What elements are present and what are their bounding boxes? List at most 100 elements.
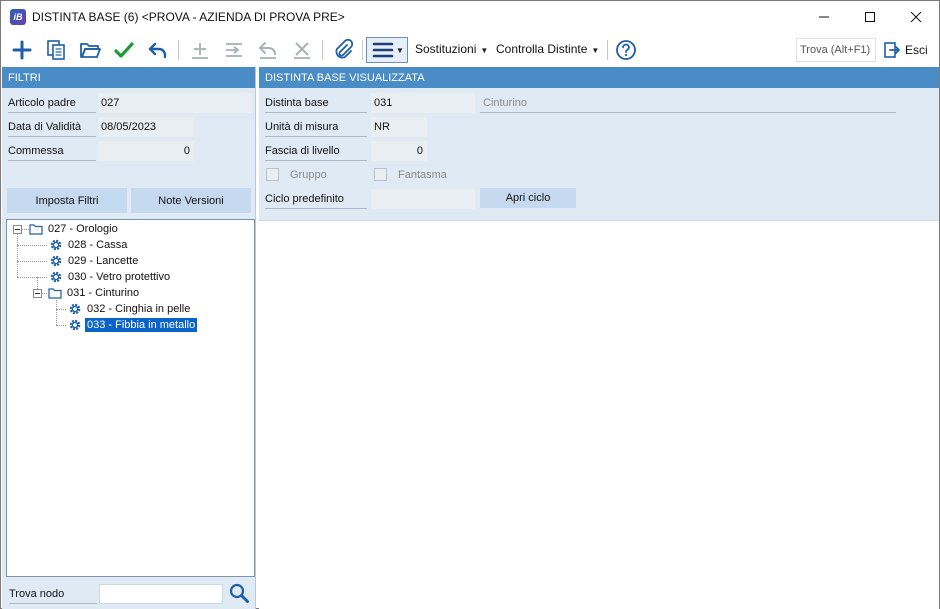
paperclip-icon bbox=[335, 39, 354, 59]
gear-icon bbox=[50, 271, 62, 283]
details-content-area bbox=[259, 220, 939, 609]
tree-node-029[interactable]: 029 - Lancette bbox=[49, 253, 140, 269]
add-line-icon bbox=[192, 43, 208, 59]
new-button[interactable] bbox=[9, 37, 35, 63]
tree-connector bbox=[22, 229, 29, 230]
distinta-base-label: Distinta base bbox=[265, 97, 367, 113]
close-icon bbox=[910, 11, 922, 22]
unita-misura-label: Unità di misura bbox=[265, 121, 367, 137]
exit-button[interactable]: Esci bbox=[883, 38, 928, 62]
add-component-button[interactable] bbox=[187, 37, 213, 63]
tree-node-label: 030 - Vetro protettivo bbox=[68, 271, 171, 283]
folder-icon bbox=[48, 288, 62, 299]
chevron-down-icon: ▼ bbox=[591, 46, 600, 55]
tree-node-label: 029 - Lancette bbox=[68, 255, 139, 267]
articolo-padre-label: Articolo padre bbox=[8, 97, 96, 113]
close-button[interactable] bbox=[893, 1, 939, 32]
commessa-field[interactable]: 0 bbox=[98, 141, 194, 161]
fantasma-label: Fantasma bbox=[398, 169, 447, 181]
tree-connector bbox=[56, 300, 57, 325]
controlla-distinte-label: Controlla Distinte bbox=[496, 42, 588, 56]
gear-icon bbox=[50, 239, 62, 251]
chevron-down-icon: ▼ bbox=[480, 46, 489, 55]
unita-misura-field[interactable]: NR bbox=[371, 117, 427, 137]
sostituzioni-menu[interactable]: Sostituzioni ▼ bbox=[415, 42, 488, 56]
tree-node-label: 027 - Orologio bbox=[48, 223, 118, 235]
tree-node-label: 028 - Cassa bbox=[68, 239, 128, 251]
open-button[interactable] bbox=[77, 37, 103, 63]
distinta-base-code[interactable]: 031 bbox=[371, 93, 475, 113]
maximize-icon bbox=[865, 11, 875, 22]
fantasma-checkbox[interactable] bbox=[374, 168, 387, 181]
data-validita-field[interactable]: 08/05/2023 bbox=[98, 117, 194, 137]
search-icon[interactable] bbox=[228, 582, 250, 604]
fascia-livello-field[interactable]: 0 bbox=[371, 141, 427, 161]
folder-open-icon bbox=[80, 43, 101, 58]
note-versioni-button[interactable]: Note Versioni bbox=[131, 188, 251, 213]
tree-node-031[interactable]: 031 - Cinturino bbox=[48, 285, 141, 301]
copy-button[interactable] bbox=[43, 37, 69, 63]
ciclo-predefinito-label: Ciclo predefinito bbox=[265, 193, 367, 209]
tree-node-label: 031 - Cinturino bbox=[67, 287, 140, 299]
sostituzioni-label: Sostituzioni bbox=[415, 42, 477, 56]
tree-node-033[interactable]: 033 - Fibbia in metallo bbox=[68, 317, 199, 333]
gruppo-checkbox[interactable] bbox=[266, 168, 279, 181]
delete-line-button[interactable] bbox=[289, 37, 315, 63]
tree-node-032[interactable]: 032 - Cinghia in pelle bbox=[68, 301, 192, 317]
filters-header: FILTRI bbox=[2, 67, 255, 88]
tree-connector bbox=[17, 233, 18, 277]
hamburger-icon bbox=[372, 42, 394, 58]
fascia-livello-label: Fascia di livello bbox=[265, 145, 367, 161]
toolbar-separator bbox=[178, 40, 179, 60]
tree-node-027[interactable]: 027 - Orologio bbox=[29, 221, 120, 237]
minimize-button[interactable] bbox=[801, 1, 847, 32]
minimize-icon bbox=[819, 16, 829, 17]
details-panel: DISTINTA BASE VISUALIZZATA Distinta base… bbox=[259, 67, 939, 220]
controlla-distinte-menu[interactable]: Controlla Distinte ▼ bbox=[496, 42, 599, 56]
revert-line-button[interactable] bbox=[255, 37, 281, 63]
maximize-button[interactable] bbox=[847, 1, 893, 32]
window-title: DISTINTA BASE (6) <PROVA - AZIENDA DI PR… bbox=[32, 10, 345, 24]
chevron-down-icon: ▼ bbox=[396, 45, 404, 55]
help-button[interactable] bbox=[613, 37, 639, 63]
title-bar: iB DISTINTA BASE (6) <PROVA - AZIENDA DI… bbox=[1, 1, 939, 32]
apri-ciclo-button[interactable]: Apri ciclo bbox=[480, 188, 576, 208]
check-icon bbox=[114, 42, 134, 58]
tree-node-030[interactable]: 030 - Vetro protettivo bbox=[49, 269, 172, 285]
exit-label: Esci bbox=[905, 43, 928, 57]
collapse-toggle[interactable] bbox=[13, 225, 22, 234]
find-node-input[interactable] bbox=[99, 584, 223, 604]
commessa-label: Commessa bbox=[8, 145, 96, 161]
confirm-button[interactable] bbox=[111, 37, 137, 63]
exit-icon bbox=[884, 42, 900, 58]
imposta-filtri-button[interactable]: Imposta Filtri bbox=[7, 188, 127, 213]
find-node-label: Trova nodo bbox=[9, 588, 97, 604]
menu-button[interactable]: ▼ bbox=[366, 37, 408, 63]
copy-icon bbox=[47, 40, 65, 60]
articolo-padre-field[interactable]: 027 bbox=[98, 93, 252, 113]
gear-icon bbox=[50, 255, 62, 267]
indent-button[interactable] bbox=[221, 37, 247, 63]
toolbar: ▼ Sostituzioni ▼ Controlla Distinte ▼ Trov… bbox=[1, 32, 939, 67]
gruppo-label: Gruppo bbox=[290, 169, 327, 181]
bom-tree[interactable]: 027 - Orologio 028 - Cassa 029 - Lancett… bbox=[6, 219, 255, 577]
undo-icon bbox=[148, 42, 167, 59]
tree-connector bbox=[56, 309, 66, 310]
tree-connector bbox=[56, 325, 66, 326]
filters-panel: FILTRI Articolo padre 027 Data di Validi… bbox=[2, 67, 256, 609]
global-search-input[interactable]: Trova (Alt+F1) bbox=[796, 38, 876, 62]
tree-node-label: 032 - Cinghia in pelle bbox=[87, 303, 191, 315]
tree-connector bbox=[17, 277, 47, 278]
revert-icon bbox=[258, 42, 276, 59]
toolbar-separator bbox=[607, 40, 608, 60]
attach-button[interactable] bbox=[330, 37, 356, 63]
gear-icon bbox=[69, 319, 81, 331]
toolbar-separator bbox=[362, 40, 363, 60]
gear-icon bbox=[69, 303, 81, 315]
undo-button[interactable] bbox=[145, 37, 171, 63]
help-icon bbox=[616, 40, 636, 60]
ciclo-predefinito-field[interactable] bbox=[371, 189, 475, 209]
collapse-toggle[interactable] bbox=[33, 289, 42, 298]
tree-connector bbox=[17, 261, 47, 262]
tree-node-028[interactable]: 028 - Cassa bbox=[49, 237, 129, 253]
